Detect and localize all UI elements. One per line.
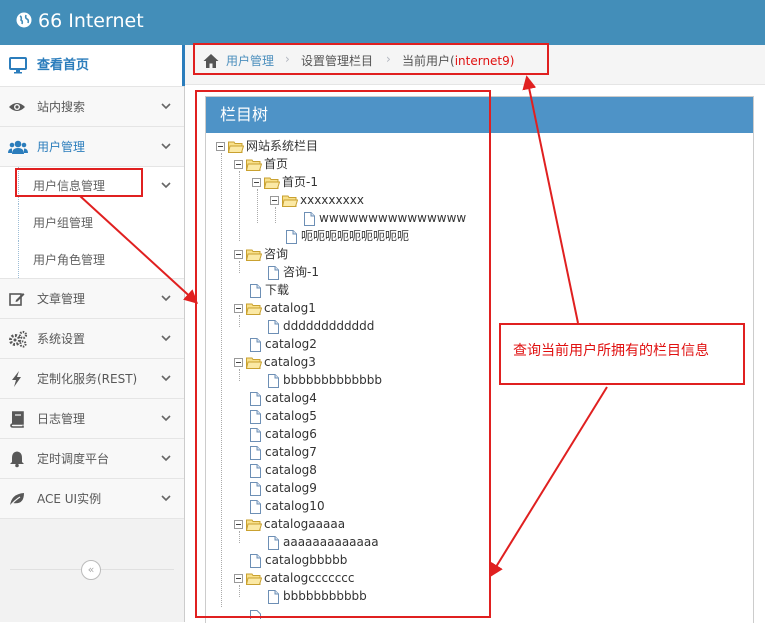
annotation-note: 查询当前用户所拥有的栏目信息 — [499, 323, 745, 385]
eye-icon — [9, 103, 25, 111]
tree-guide — [18, 204, 19, 241]
sidebar-item-settings[interactable]: 系统设置 — [0, 319, 184, 359]
sidebar-item-label: 系统设置 — [37, 332, 86, 346]
globe-icon — [16, 12, 32, 28]
sidebar-item-users[interactable]: 用户管理 — [0, 127, 184, 167]
sidebar-item-home[interactable]: 查看首页 — [0, 45, 192, 87]
sidebar-item-label: 文章管理 — [37, 292, 86, 306]
chevron-down-icon — [161, 295, 171, 302]
highlight-breadcrumb — [193, 43, 549, 75]
chevron-down-icon — [161, 103, 171, 110]
tree-guide — [18, 241, 19, 278]
app-title: 66 Internet — [38, 10, 144, 32]
sidebar-item-search[interactable]: 站内搜索 — [0, 87, 184, 127]
highlight-user-info — [15, 168, 143, 197]
bolt-icon — [12, 371, 21, 387]
book-icon — [10, 411, 24, 428]
sidebar-item-label: 定时调度平台 — [37, 452, 110, 466]
brand-logo[interactable]: 66 Internet — [16, 9, 144, 33]
sidebar-item-rest[interactable]: 定制化服务(REST) — [0, 359, 184, 399]
sidebar-item-label: 定制化服务(REST) — [37, 372, 138, 386]
sidebar-item-scheduler[interactable]: 定时调度平台 — [0, 439, 184, 479]
sidebar-item-logs[interactable]: 日志管理 — [0, 399, 184, 439]
navbar: 66 Internet — [0, 0, 765, 45]
submenu-item-user-role[interactable]: 用户角色管理 — [0, 241, 184, 278]
chevron-down-icon — [161, 182, 171, 189]
sidebar-item-articles[interactable]: 文章管理 — [0, 279, 184, 319]
monitor-icon — [9, 57, 27, 74]
sidebar: 查看首页 站内搜索 用户管理 用户信息管理 用户组管理 用户角色管理 文章管理 … — [0, 45, 192, 622]
gears-icon — [9, 330, 28, 348]
chevron-down-icon — [161, 375, 171, 382]
sidebar-item-label: 站内搜索 — [37, 100, 86, 114]
collapse-sidebar-button[interactable]: « — [81, 560, 101, 580]
highlight-tree — [195, 90, 491, 618]
bell-icon — [10, 451, 24, 468]
sidebar-item-label: 查看首页 — [37, 58, 90, 73]
chevron-down-icon — [161, 415, 171, 422]
sidebar-item-label: ACE UI实例 — [37, 492, 102, 506]
chevron-down-icon — [161, 455, 171, 462]
edit-icon — [9, 293, 25, 306]
leaf-icon — [9, 493, 24, 507]
submenu-item-label: 用户角色管理 — [33, 253, 106, 267]
submenu-item-label: 用户组管理 — [33, 216, 94, 230]
chevron-down-icon — [161, 495, 171, 502]
annotation-note-text: 查询当前用户所拥有的栏目信息 — [513, 343, 709, 359]
users-icon — [8, 140, 28, 154]
chevron-down-icon — [161, 143, 171, 150]
sidebar-item-ace-ui[interactable]: ACE UI实例 — [0, 479, 184, 519]
sidebar-item-label: 用户管理 — [37, 140, 86, 154]
submenu-item-user-group[interactable]: 用户组管理 — [0, 204, 184, 241]
chevron-down-icon — [161, 335, 171, 342]
sidebar-item-label: 日志管理 — [37, 412, 86, 426]
sidebar-collapse: « — [0, 560, 184, 580]
